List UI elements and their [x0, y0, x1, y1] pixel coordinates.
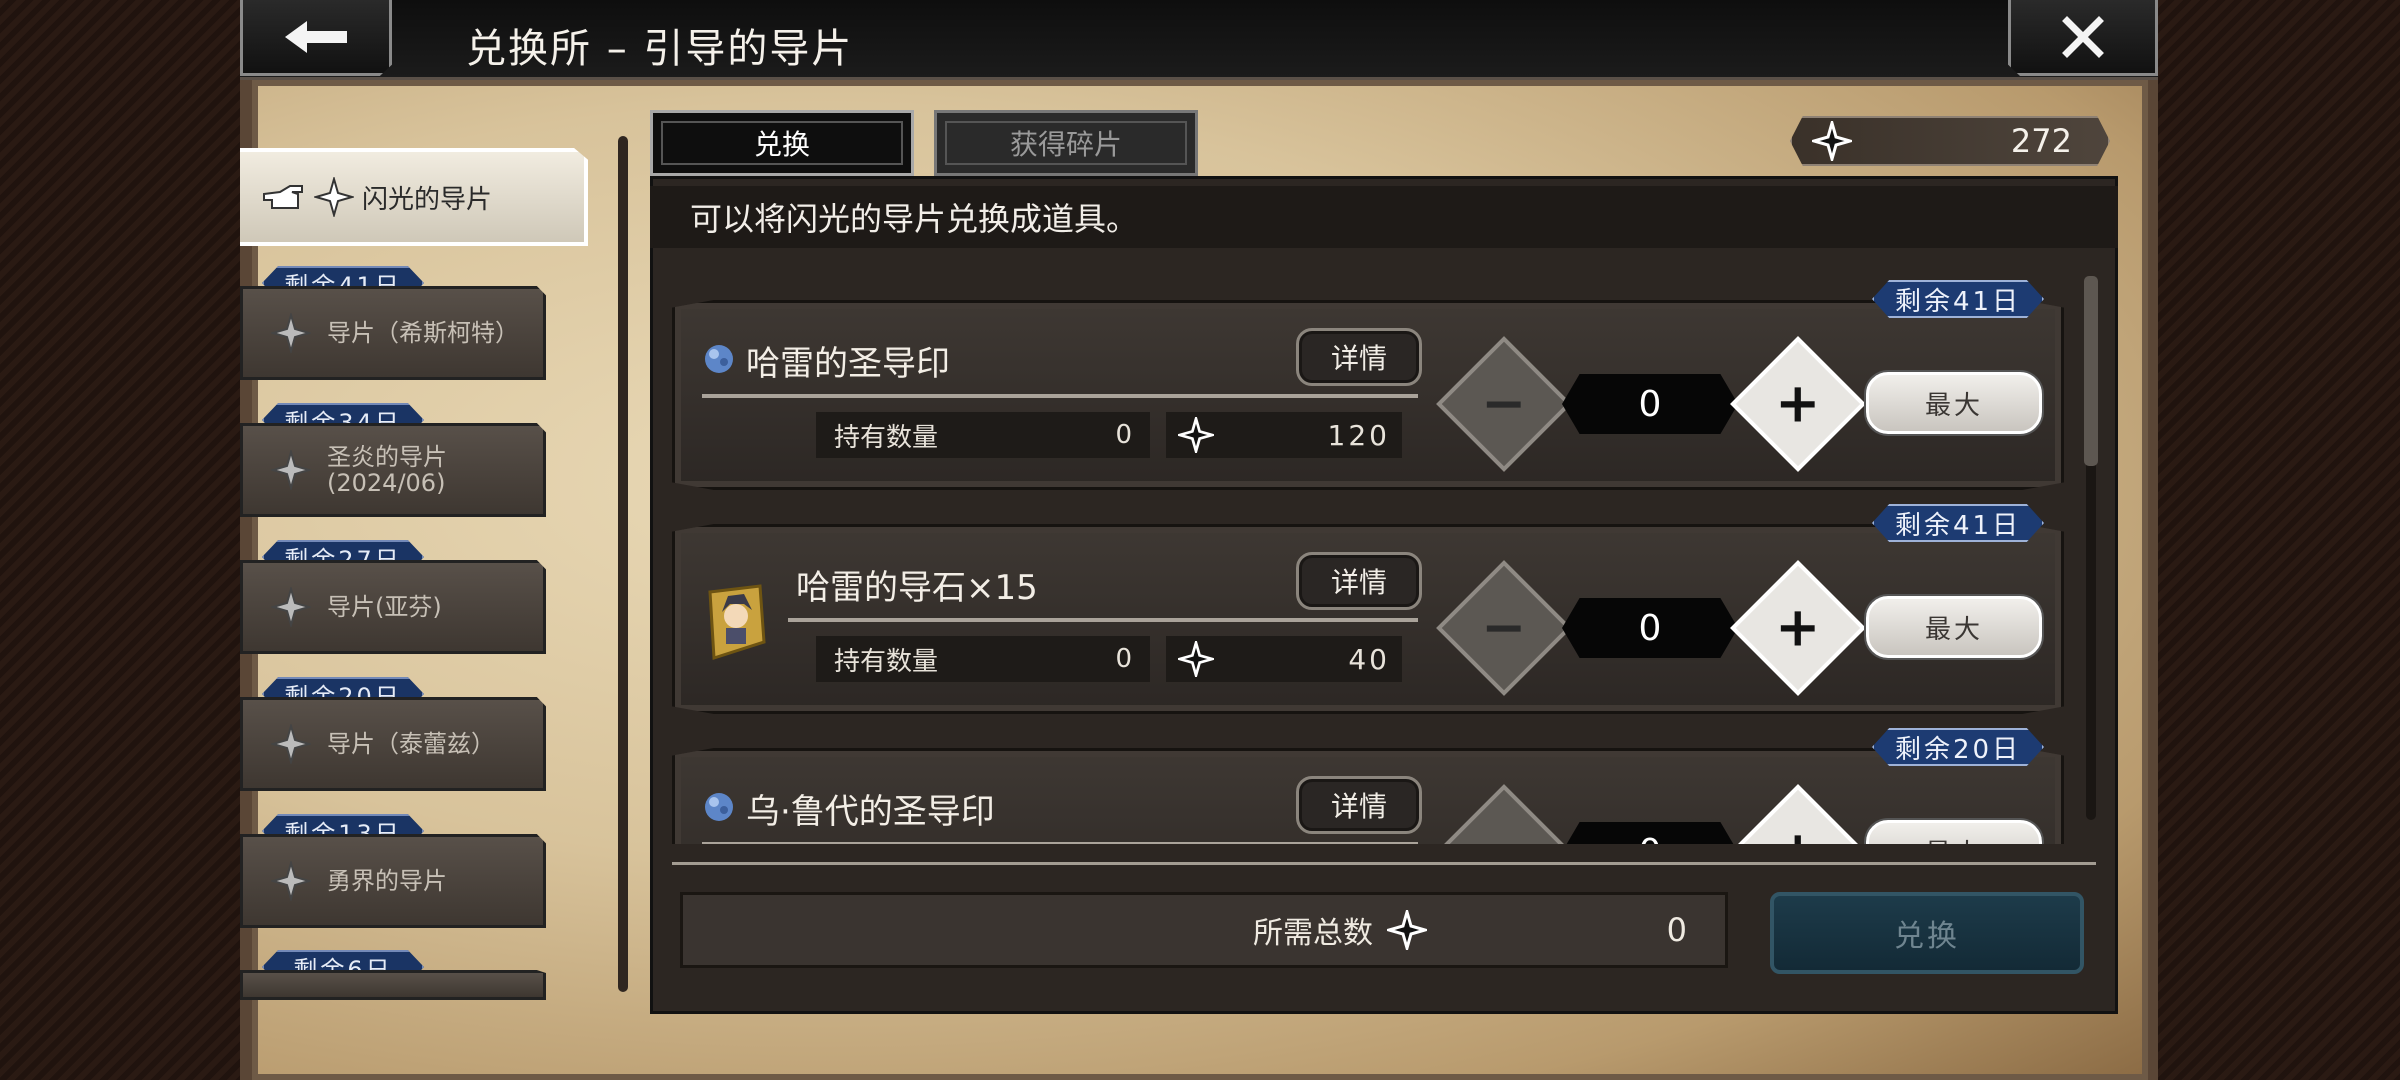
minus-icon: − — [1481, 820, 1526, 844]
detail-button[interactable]: 详情 — [1296, 552, 1422, 610]
currency-value: 272 — [2010, 122, 2072, 160]
plus-icon: + — [1775, 596, 1821, 659]
pointing-hand-icon — [263, 185, 303, 209]
list-scrollbar-thumb[interactable] — [2084, 276, 2098, 466]
star-icon — [312, 175, 356, 219]
exchange-item: 剩余20日 乌·鲁代的圣导印 详情 − 0 + 最大 — [672, 712, 2064, 844]
cost-value: 120 — [1327, 418, 1390, 452]
quantity-display: 0 — [1562, 374, 1738, 434]
remaining-days-badge: 剩余41日 — [1872, 280, 2044, 318]
sidebar-item-label: 圣炎的导片 (2024/06) — [327, 443, 447, 497]
cost-value: 40 — [1348, 642, 1390, 676]
description-text: 可以将闪光的导片兑换成道具。 — [690, 200, 1139, 238]
star-icon — [269, 311, 313, 355]
blue-gem-icon — [705, 793, 733, 821]
star-icon — [1174, 637, 1218, 681]
page-title: 兑换所 – 引导的导片 — [466, 26, 854, 72]
sidebar-item-brave-realm[interactable]: 勇界的导片 — [240, 834, 546, 928]
total-value: 0 — [1666, 911, 1687, 949]
star-icon — [269, 448, 313, 492]
right-background — [2158, 0, 2400, 1080]
sidebar-item-heathcote[interactable]: 导片（希斯柯特） — [240, 286, 546, 380]
close-button[interactable] — [2008, 0, 2158, 76]
plus-icon: + — [1775, 372, 1821, 435]
exchange-item: 剩余41日 哈雷的圣导印 持有数量 0 120 详情 − 0 + 最大 — [672, 264, 2064, 490]
sidebar-scrollbar[interactable] — [618, 136, 628, 992]
minus-icon: − — [1481, 372, 1527, 435]
sidebar-item-therese[interactable]: 导片（泰蕾兹） — [240, 697, 546, 791]
max-button[interactable]: 最大 — [1866, 596, 2042, 658]
owned-value: 0 — [1115, 644, 1132, 674]
total-label: 所需总数 — [1253, 916, 1373, 951]
detail-button[interactable]: 详情 — [1296, 328, 1422, 386]
sidebar-item-sparkling-shards[interactable]: 闪光的导片 — [240, 148, 588, 246]
back-button[interactable] — [240, 0, 392, 76]
max-button[interactable]: 最大 — [1866, 820, 2042, 844]
arrow-left-icon — [285, 20, 347, 53]
remaining-days-badge: 剩余20日 — [1872, 728, 2044, 766]
owned-count: 持有数量 0 — [816, 636, 1150, 682]
tab-label: 兑换 — [753, 128, 810, 161]
item-cost: 40 — [1166, 636, 1402, 682]
item-name: 哈雷的导石×15 — [796, 568, 1038, 608]
item-cost: 120 — [1166, 412, 1402, 458]
sidebar-item-label: 导片(亚芬) — [327, 593, 442, 621]
sidebar-item-yafen[interactable]: 导片(亚芬) — [240, 560, 546, 654]
sidebar-item-label: 闪光的导片 — [362, 184, 493, 215]
star-icon — [269, 722, 313, 766]
item-name: 乌·鲁代的圣导印 — [746, 792, 995, 832]
tab-exchange[interactable]: 兑换 — [650, 110, 914, 176]
tab-label: 获得碎片 — [1009, 128, 1122, 161]
sidebar-item-holy-flame[interactable]: 圣炎的导片 (2024/06) — [240, 423, 546, 517]
character-portrait-icon — [708, 584, 766, 661]
remaining-days-badge: 剩余41日 — [1872, 504, 2044, 542]
owned-label: 持有数量 — [834, 646, 939, 677]
divider — [788, 618, 1418, 622]
divider — [702, 842, 1418, 844]
sidebar-item-label: 勇界的导片 — [327, 867, 447, 895]
currency-display: 272 — [1790, 116, 2110, 166]
sidebar-item-label: 导片（泰蕾兹） — [327, 730, 495, 758]
exchange-item-list[interactable]: 剩余41日 哈雷的圣导印 持有数量 0 120 详情 − 0 + 最大 剩余41… — [668, 250, 2080, 844]
left-background — [0, 0, 240, 1080]
plus-icon: + — [1775, 820, 1820, 844]
blue-gem-icon — [705, 345, 733, 373]
exchange-button[interactable]: 兑换 — [1770, 892, 2084, 974]
star-icon — [1808, 117, 1856, 165]
close-icon — [2062, 15, 2104, 58]
star-icon — [1174, 413, 1218, 457]
star-icon — [269, 585, 313, 629]
total-required: 所需总数 0 — [680, 892, 1728, 968]
sidebar-item-partial[interactable] — [240, 970, 546, 1000]
star-icon — [269, 859, 313, 903]
star-icon — [1383, 906, 1431, 954]
owned-count: 持有数量 0 — [816, 412, 1150, 458]
max-button[interactable]: 最大 — [1866, 372, 2042, 434]
quantity-display: 0 — [1562, 598, 1738, 658]
divider — [702, 394, 1418, 398]
owned-value: 0 — [1115, 420, 1132, 450]
tab-get-fragments[interactable]: 获得碎片 — [934, 110, 1198, 176]
quantity-display: 0 — [1562, 822, 1738, 844]
exchange-item: 剩余41日 哈雷的导石×15 持有数量 0 40 详情 − 0 + 最大 — [672, 488, 2064, 714]
owned-label: 持有数量 — [834, 422, 939, 453]
minus-icon: − — [1481, 596, 1527, 659]
sidebar-item-label: 导片（希斯柯特） — [327, 319, 519, 347]
detail-button[interactable]: 详情 — [1296, 776, 1422, 834]
description-bar: 可以将闪光的导片兑换成道具。 — [650, 186, 2118, 248]
footer-divider — [672, 862, 2096, 865]
item-name: 哈雷的圣导印 — [746, 344, 950, 384]
